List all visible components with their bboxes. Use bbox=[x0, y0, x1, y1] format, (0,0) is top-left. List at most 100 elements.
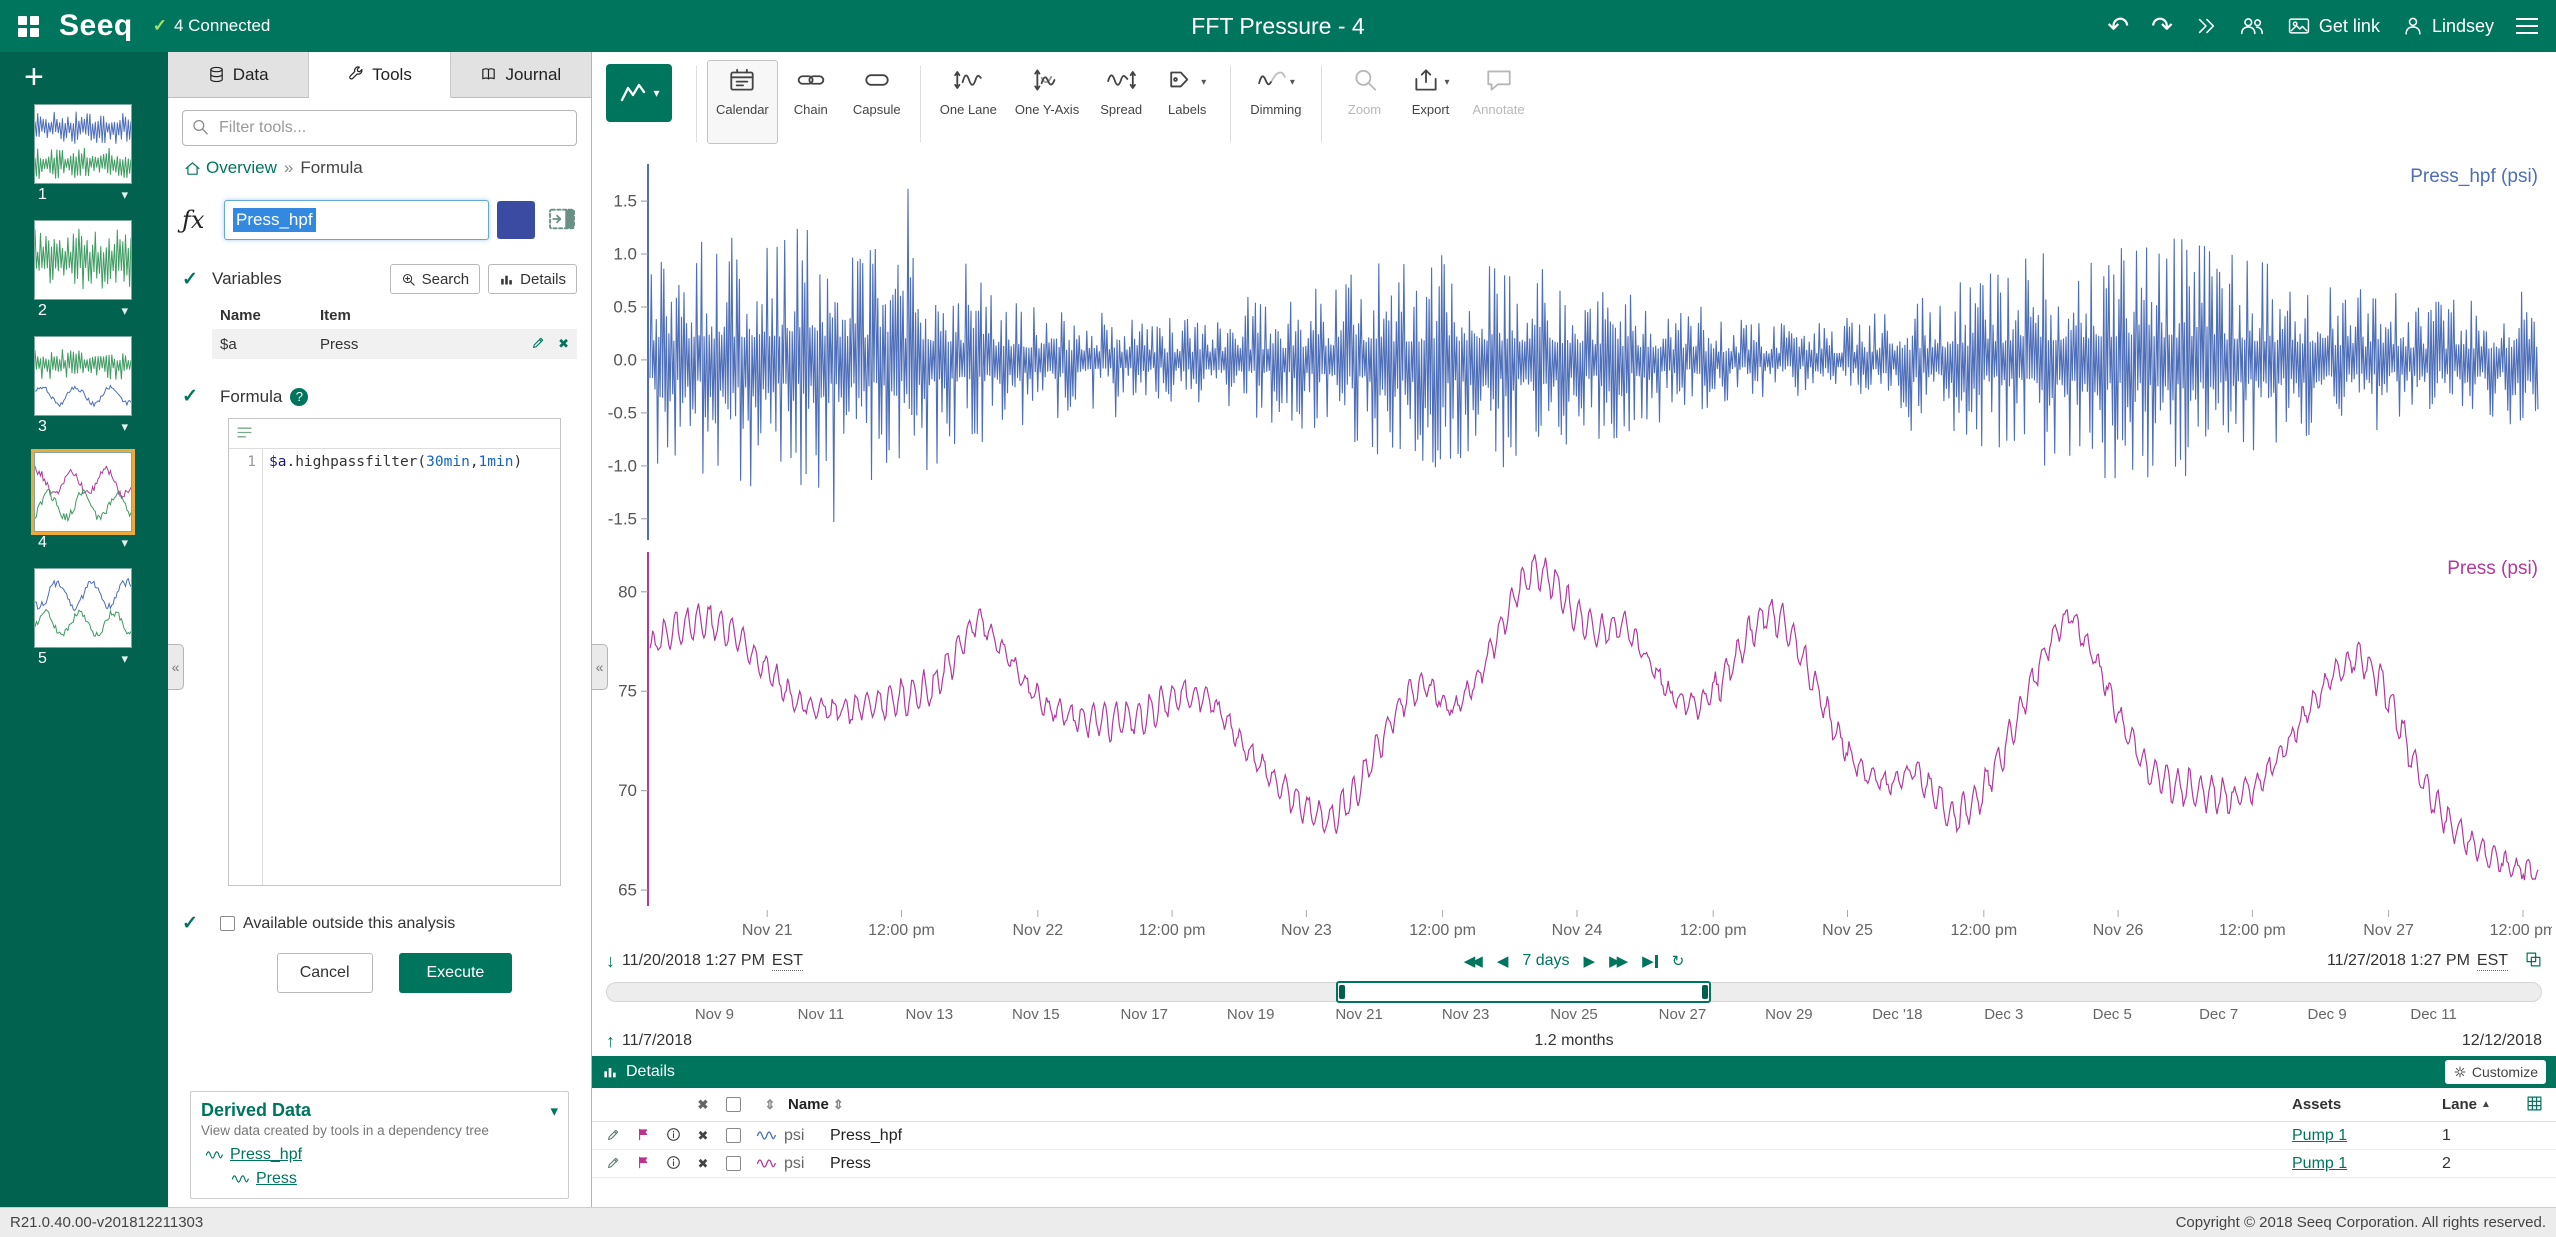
timezone-label-end[interactable]: EST bbox=[2477, 952, 2508, 971]
filter-tools-input[interactable] bbox=[182, 110, 577, 146]
asset-link[interactable]: Pump 1 bbox=[2292, 1127, 2347, 1145]
auto-update-button[interactable] bbox=[2525, 951, 2542, 971]
details-row[interactable]: ✖psiPress_hpfPump 11 bbox=[592, 1122, 2556, 1150]
toolbar-calendar-button[interactable]: Calendar bbox=[707, 60, 778, 144]
worksheet-thumbnail[interactable] bbox=[34, 336, 132, 416]
main-menu-button[interactable] bbox=[2516, 18, 2538, 35]
remove-item-button[interactable]: ✖ bbox=[698, 1128, 709, 1144]
app-switcher-button[interactable] bbox=[18, 16, 39, 37]
column-grid-button[interactable] bbox=[2526, 1095, 2543, 1115]
collaborators-button[interactable] bbox=[2239, 13, 2265, 39]
remove-all-button[interactable]: ✖ bbox=[688, 1097, 718, 1113]
thumbnail-sparkline bbox=[35, 221, 131, 299]
toolbar-one-y-axis-button[interactable]: One Y-Axis bbox=[1006, 60, 1088, 144]
name-column-header[interactable]: Name⇕ bbox=[788, 1096, 2292, 1113]
scrubber-track[interactable] bbox=[606, 982, 2542, 1002]
cancel-button[interactable]: Cancel bbox=[277, 953, 373, 993]
color-swatch-button[interactable] bbox=[497, 201, 535, 239]
view-selector-button[interactable]: ▾ bbox=[606, 64, 672, 122]
formula-editor[interactable]: 1 $a.highpassfilter(30min,1min) bbox=[228, 418, 561, 886]
step-to-end-button[interactable]: ▶ bbox=[1642, 952, 1658, 970]
derived-data-collapse-button[interactable]: ▾ bbox=[550, 1102, 558, 1120]
range-start-date[interactable]: 11/20/2018 1:27 PM bbox=[622, 952, 765, 970]
toolbar-one-lane-button[interactable]: One Lane bbox=[931, 60, 1006, 144]
worksheet-menu-chevron[interactable]: ▾ bbox=[121, 303, 128, 319]
remove-variable-button[interactable]: ✖ bbox=[558, 336, 569, 352]
breadcrumb-overview-link[interactable]: Overview bbox=[184, 158, 277, 178]
trend-chart[interactable]: 1.51.00.50.0-0.5-1.0-1.565707580Press_hp… bbox=[596, 148, 2552, 938]
hamburger-icon bbox=[2516, 18, 2538, 21]
execute-button[interactable]: Execute bbox=[399, 953, 513, 993]
assets-column-header[interactable]: Assets bbox=[2292, 1096, 2442, 1113]
edit-variable-button[interactable] bbox=[531, 335, 546, 353]
tab-journal[interactable]: Journal bbox=[451, 52, 591, 98]
investigate-end-date[interactable]: 12/12/2018 bbox=[2462, 1032, 2542, 1050]
tab-data[interactable]: Data bbox=[168, 52, 309, 98]
item-info-button[interactable] bbox=[666, 1127, 681, 1145]
available-outside-checkbox[interactable] bbox=[220, 916, 235, 931]
worksheet-thumbnail[interactable] bbox=[34, 452, 132, 532]
toolbar-chain-button[interactable]: Chain bbox=[778, 60, 844, 144]
worksheet-menu-chevron[interactable]: ▾ bbox=[121, 651, 128, 667]
toolbar-dimming-button[interactable]: ▾Dimming bbox=[1241, 60, 1310, 144]
step-forward-multiple-button[interactable]: ▶▶ bbox=[1609, 952, 1624, 970]
investigate-start-date[interactable]: 11/7/2018 bbox=[622, 1032, 692, 1050]
remove-item-button[interactable]: ✖ bbox=[698, 1156, 709, 1172]
step-back-multiple-button[interactable]: ◀◀ bbox=[1464, 952, 1479, 970]
lane-column-header[interactable]: Lane▲ bbox=[2442, 1096, 2512, 1113]
range-duration[interactable]: 7 days bbox=[1522, 952, 1569, 970]
formula-examples-button[interactable] bbox=[235, 423, 254, 445]
worksheet-menu-chevron[interactable]: ▾ bbox=[121, 535, 128, 551]
dock-panel-button[interactable] bbox=[547, 207, 577, 234]
investigate-duration[interactable]: 1.2 months bbox=[1251, 1032, 1896, 1050]
select-all-checkbox[interactable] bbox=[726, 1097, 741, 1112]
variables-search-button[interactable]: Search bbox=[390, 264, 481, 294]
timezone-label[interactable]: EST bbox=[772, 952, 803, 971]
user-menu-button[interactable]: Lindsey bbox=[2402, 15, 2494, 37]
item-checkbox[interactable] bbox=[726, 1128, 741, 1143]
sort-type-button[interactable]: ⇕ bbox=[752, 1097, 788, 1113]
add-worksheet-button[interactable]: + bbox=[0, 60, 44, 104]
worksheet-thumbnail[interactable] bbox=[34, 220, 132, 300]
derived-item-link[interactable]: Press_hpf bbox=[230, 1146, 302, 1164]
toolbar-export-button[interactable]: ▾Export bbox=[1398, 60, 1464, 144]
item-info-button[interactable] bbox=[666, 1155, 681, 1173]
flag-item-button[interactable] bbox=[637, 1127, 650, 1145]
formula-code[interactable]: $a.highpassfilter(30min,1min) bbox=[263, 449, 528, 885]
breadcrumb: Overview » Formula bbox=[168, 154, 591, 188]
formula-name-input[interactable]: Press_hpf bbox=[224, 200, 489, 240]
edit-item-button[interactable] bbox=[606, 1127, 621, 1145]
variable-item: Press bbox=[320, 336, 531, 353]
refresh-button[interactable]: ↻ bbox=[1672, 952, 1685, 970]
collapse-worksheets-handle[interactable]: « bbox=[168, 644, 184, 690]
formula-help-button[interactable]: ? bbox=[290, 388, 308, 406]
range-end-date[interactable]: 11/27/2018 1:27 PM bbox=[2327, 952, 2470, 970]
step-forward-button[interactable]: ▶ bbox=[1584, 952, 1596, 970]
item-checkbox[interactable] bbox=[726, 1156, 741, 1171]
collapse-tools-handle[interactable]: « bbox=[592, 644, 608, 690]
undo-button[interactable]: ↶ bbox=[2107, 13, 2129, 39]
tab-tools[interactable]: Tools bbox=[309, 52, 450, 98]
step-back-button[interactable]: ◀ bbox=[1497, 952, 1509, 970]
redo-button[interactable]: ↷ bbox=[2151, 13, 2173, 39]
get-link-button[interactable]: Get link bbox=[2287, 14, 2380, 38]
database-icon bbox=[208, 66, 225, 83]
scrubber-selection[interactable] bbox=[1336, 981, 1711, 1003]
svg-text:12:00 pm: 12:00 pm bbox=[1409, 922, 1476, 938]
toolbar-labels-button[interactable]: ▾Labels bbox=[1154, 60, 1220, 144]
details-row[interactable]: ✖psiPressPump 12 bbox=[592, 1150, 2556, 1178]
worksheet-menu-chevron[interactable]: ▾ bbox=[121, 419, 128, 435]
toolbar-spread-button[interactable]: Spread bbox=[1088, 60, 1154, 144]
worksheet-menu-chevron[interactable]: ▾ bbox=[121, 187, 128, 203]
flag-item-button[interactable] bbox=[637, 1155, 650, 1173]
derived-item-link[interactable]: Press bbox=[256, 1170, 297, 1188]
worksheet-thumbnail[interactable] bbox=[34, 104, 132, 184]
variables-details-button[interactable]: Details bbox=[488, 264, 577, 294]
asset-link[interactable]: Pump 1 bbox=[2292, 1155, 2347, 1173]
customize-button[interactable]: Customize bbox=[2445, 1060, 2546, 1084]
fast-forward-button[interactable] bbox=[2195, 15, 2217, 37]
toolbar-capsule-button[interactable]: Capsule bbox=[844, 60, 910, 144]
worksheet-thumbnail[interactable] bbox=[34, 568, 132, 648]
edit-item-button[interactable] bbox=[606, 1155, 621, 1173]
zoom-icon bbox=[191, 118, 209, 136]
